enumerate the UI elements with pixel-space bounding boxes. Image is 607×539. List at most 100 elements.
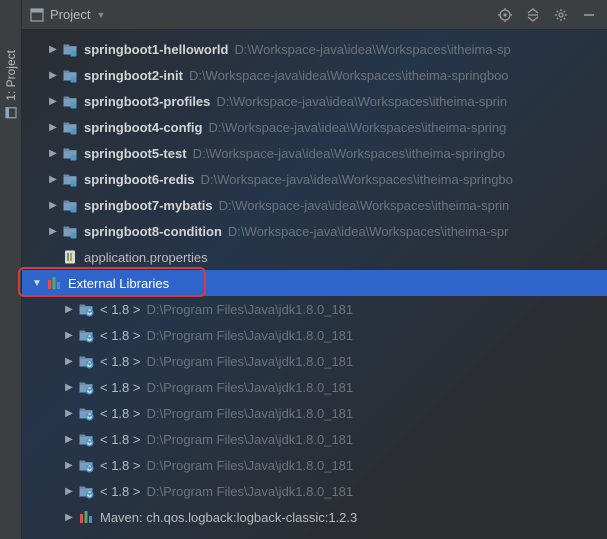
expand-arrow-icon[interactable]: ▶ [62,302,76,316]
gear-icon[interactable] [551,5,571,25]
jdk-folder-icon [78,483,94,499]
expand-arrow-icon[interactable]: ▶ [46,172,60,186]
module-folder-icon [62,171,78,187]
expand-arrow-icon[interactable]: ▶ [46,94,60,108]
expand-arrow-icon[interactable]: ▶ [46,146,60,160]
expand-arrow-icon[interactable]: ▶ [62,328,76,342]
jdk-path: D:\Program Files\Java\jdk1.8.0_181 [146,432,353,447]
properties-file-icon [62,249,78,265]
module-row[interactable]: ▶ springboot7-mybatis D:\Workspace-java\id… [22,192,607,218]
jdk-path: D:\Program Files\Java\jdk1.8.0_181 [146,328,353,343]
jdk-row[interactable]: ▶ < 1.8 > D:\Program Files\Java\jdk1.8.0_1… [22,452,607,478]
module-folder-icon [62,145,78,161]
module-row[interactable]: ▶ springboot6-redis D:\Workspace-java\idea… [22,166,607,192]
jdk-folder-icon [78,327,94,343]
jdk-folder-icon [78,353,94,369]
expand-arrow-icon[interactable]: ▶ [62,354,76,368]
module-row[interactable]: ▶ springboot1-helloworld D:\Workspace-java… [22,36,607,62]
jdk-label: < 1.8 > [100,328,140,343]
expand-arrow-icon[interactable]: ▶ [62,406,76,420]
module-path: D:\Workspace-java\idea\Workspaces\itheim… [193,146,505,161]
expand-arrow-icon[interactable]: ▼ [30,276,44,290]
expand-arrow-icon[interactable]: ▶ [62,380,76,394]
module-name: springboot4-config [84,120,202,135]
module-path: D:\Workspace-java\idea\Workspaces\itheim… [208,120,506,135]
project-view-selector[interactable]: Project ▼ [30,7,105,22]
jdk-folder-icon [78,301,94,317]
module-row[interactable]: ▶ springboot3-profiles D:\Workspace-java\i… [22,88,607,114]
project-tool-tab[interactable]: 1: Project [4,50,18,119]
expand-arrow-icon[interactable]: ▶ [62,484,76,498]
expand-arrow-icon[interactable]: ▶ [46,68,60,82]
module-row[interactable]: ▶ springboot8-condition D:\Workspace-java\… [22,218,607,244]
expand-arrow-icon[interactable]: ▶ [62,432,76,446]
module-path: D:\Workspace-java\idea\Workspaces\itheim… [219,198,510,213]
module-row[interactable]: ▶springboot2-initD:\Workspace-java\idea\… [22,62,607,88]
module-name: springboot8-condition [84,224,222,239]
jdk-folder-icon [78,405,94,421]
expand-arrow-icon[interactable]: ▶ [46,120,60,134]
jdk-row[interactable]: ▶ < 1.8 > D:\Program Files\Java\jdk1.8.0_1… [22,426,607,452]
module-name: springboot1-helloworld [84,42,228,57]
jdk-path: D:\Program Files\Java\jdk1.8.0_181 [146,380,353,395]
module-path: D:\Workspace-java\idea\Workspaces\itheim… [228,224,509,239]
jdk-label: < 1.8 > [100,432,140,447]
maven-lib-label: Maven: ch.qos.logback:logback-classic:1.… [100,510,357,525]
project-toolbar: Project ▼ [22,0,607,30]
module-path: D:\Workspace-java\idea\Workspaces\itheim… [201,172,513,187]
module-row[interactable]: ▶ springboot4-config D:\Workspace-java\ide… [22,114,607,140]
jdk-label: < 1.8 > [100,380,140,395]
module-folder-icon [62,93,78,109]
project-icon [5,107,17,119]
expand-arrow-icon[interactable]: ▶ [62,510,76,524]
project-tree[interactable]: ▶ springboot1-helloworld D:\Workspace-java… [22,30,607,539]
tool-window-bar: 1: Project [0,0,22,539]
external-libraries-label: External Libraries [68,276,169,291]
file-name: application.properties [84,250,208,265]
jdk-label: < 1.8 > [100,406,140,421]
jdk-folder-icon [78,379,94,395]
jdk-folder-icon [78,431,94,447]
jdk-row[interactable]: ▶< 1.8 >D:\Program Files\Java\jdk1.8.0_1… [22,296,607,322]
module-name: springboot3-profiles [84,94,210,109]
expand-arrow-icon[interactable]: ▶ [46,224,60,238]
jdk-row[interactable]: ▶ < 1.8 > D:\Program Files\Java\jdk1.8.0_1… [22,322,607,348]
project-view-title: Project [50,7,90,22]
maven-lib-row[interactable]: ▶ Maven: ch.qos.logback:logback-classic:1… [22,504,607,530]
module-name: springboot6-redis [84,172,195,187]
expand-arrow-icon[interactable]: ▶ [62,458,76,472]
jdk-path: D:\Program Files\Java\jdk1.8.0_181 [146,458,353,473]
module-folder-icon [62,67,78,83]
module-folder-icon [62,41,78,57]
module-path: D:\Workspace-java\idea\Workspaces\itheim… [234,42,510,57]
jdk-row[interactable]: ▶< 1.8 >D:\Program Files\Java\jdk1.8.0_1… [22,400,607,426]
library-bars-icon [46,275,62,291]
jdk-label: < 1.8 > [100,302,140,317]
expand-arrow-icon[interactable]: ▶ [46,198,60,212]
file-row[interactable]: ▶application.properties [22,244,607,270]
jdk-label: < 1.8 > [100,458,140,473]
module-folder-icon [62,223,78,239]
project-tool-tab-label: 1: Project [4,50,18,101]
module-path: D:\Workspace-java\idea\Workspaces\itheim… [189,68,509,83]
module-name: springboot5-test [84,146,187,161]
chevron-down-icon: ▼ [96,10,105,20]
expand-arrow-icon[interactable]: ▶ [46,42,60,56]
jdk-row[interactable]: ▶< 1.8 >D:\Program Files\Java\jdk1.8.0_1… [22,478,607,504]
jdk-row[interactable]: ▶ < 1.8 > D:\Program Files\Java\jdk1.8.0_1… [22,374,607,400]
collapse-all-icon[interactable] [523,5,543,25]
module-path: D:\Workspace-java\idea\Workspaces\itheim… [216,94,507,109]
module-folder-icon [62,197,78,213]
locate-icon[interactable] [495,5,515,25]
jdk-label: < 1.8 > [100,484,140,499]
library-bars-icon [78,509,94,525]
module-name: springboot7-mybatis [84,198,213,213]
external-libraries-node[interactable]: ▼ External Libraries [22,270,607,296]
jdk-row[interactable]: ▶ < 1.8 > D:\Program Files\Java\jdk1.8.0_1… [22,348,607,374]
module-folder-icon [62,119,78,135]
module-row[interactable]: ▶ springboot5-test D:\Workspace-java\idea\… [22,140,607,166]
hide-icon[interactable] [579,5,599,25]
jdk-label: < 1.8 > [100,354,140,369]
jdk-path: D:\Program Files\Java\jdk1.8.0_181 [146,354,353,369]
jdk-folder-icon [78,457,94,473]
